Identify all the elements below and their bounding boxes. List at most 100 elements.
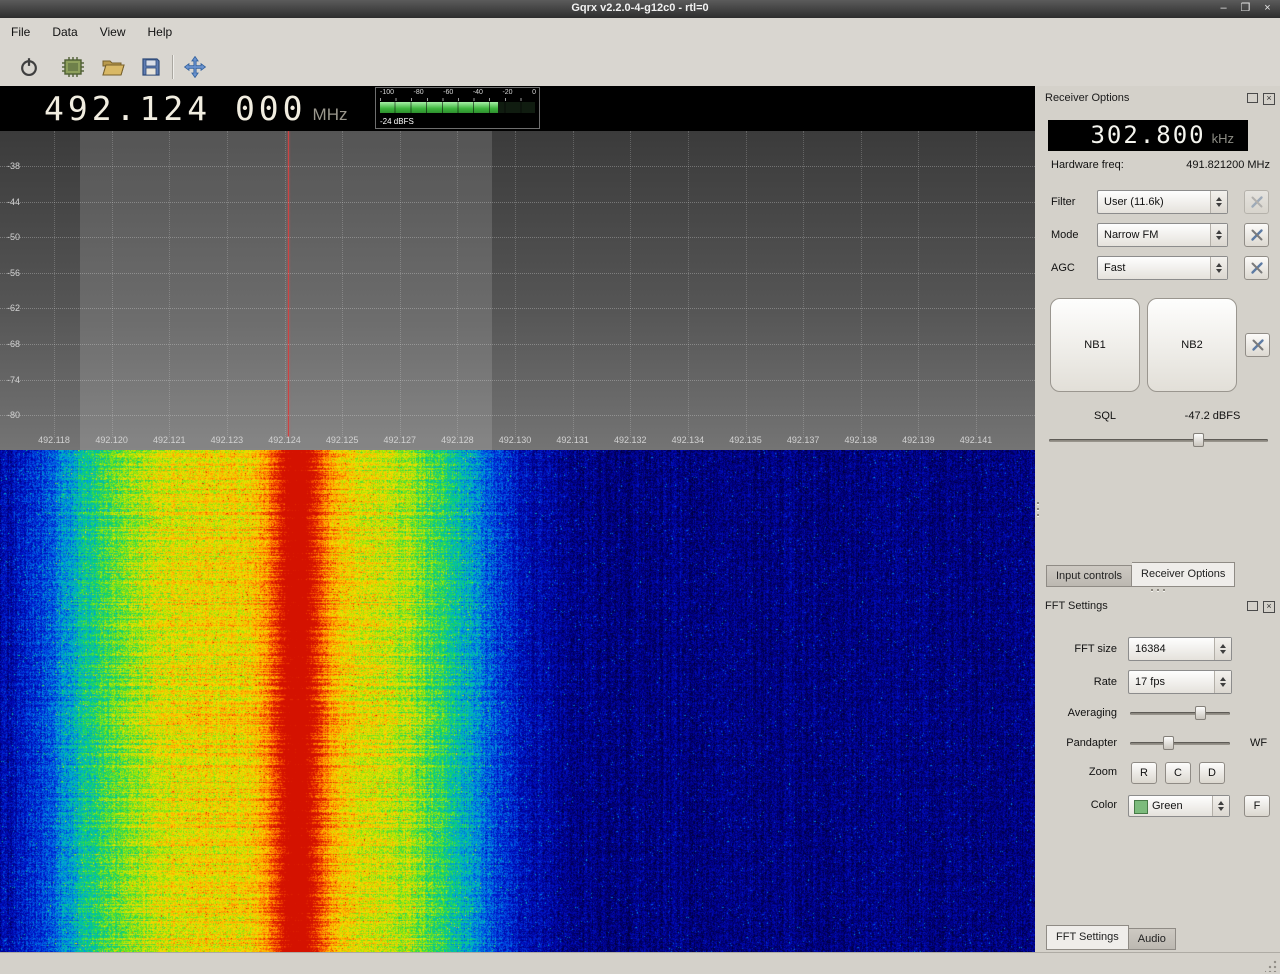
grid-line-vertical (54, 131, 55, 437)
tab-input-controls[interactable]: Input controls (1046, 565, 1132, 587)
freq-axis-label: 492.134 (660, 435, 716, 445)
meter-scale-label: -40 (473, 89, 483, 96)
float-panel-icon[interactable] (1247, 601, 1258, 611)
frequency-value[interactable]: 492.124 000 (44, 89, 307, 128)
minimize-button[interactable]: – (1215, 1, 1232, 16)
color-combo[interactable]: Green (1128, 795, 1230, 817)
nb-options-button[interactable] (1245, 333, 1270, 357)
splitter-handle-horizontal[interactable] (1151, 589, 1165, 591)
pandapter-slider-handle[interactable] (1163, 736, 1174, 750)
zoom-r-button[interactable]: R (1131, 762, 1157, 784)
slider-groove (1049, 439, 1268, 442)
freq-axis-label: 492.128 (429, 435, 485, 445)
zoom-d-button[interactable]: D (1199, 762, 1225, 784)
spin-arrows-icon[interactable] (1214, 638, 1231, 660)
db-axis-label: -80 (7, 410, 20, 420)
spin-arrows-icon[interactable] (1210, 257, 1227, 279)
tab-fft-settings[interactable]: FFT Settings (1046, 925, 1129, 950)
squelch-label: SQL (1075, 410, 1135, 422)
window-title: Gqrx v2.2.0-4-g12c0 - rtl=0 (0, 2, 1280, 14)
freeze-button[interactable]: F (1244, 795, 1270, 817)
nb1-button[interactable]: NB1 (1050, 298, 1140, 392)
spin-arrows-icon[interactable] (1210, 191, 1227, 213)
offset-frequency-lcd[interactable]: 302.800 kHz (1048, 120, 1248, 151)
power-icon (18, 56, 40, 78)
squelch-slider[interactable] (1049, 432, 1268, 448)
freq-axis-label: 492.132 (602, 435, 658, 445)
grid-line-vertical (285, 131, 286, 437)
menu-item-data[interactable]: Data (41, 18, 88, 39)
pandapter[interactable]: -38-44-50-56-62-68-74-80492.118492.12049… (0, 131, 1035, 450)
db-axis-label: -44 (7, 197, 20, 207)
db-axis-label: -38 (7, 161, 20, 171)
slider-groove (1130, 712, 1230, 715)
agc-combo[interactable]: Fast (1097, 256, 1228, 280)
freq-axis-label: 492.135 (718, 435, 774, 445)
menu-item-file[interactable]: File (0, 18, 41, 39)
spin-arrows-icon[interactable] (1210, 224, 1227, 246)
maximize-button[interactable]: ❐ (1237, 1, 1254, 16)
status-bar (0, 952, 1280, 974)
rate-combo[interactable]: 17 fps (1128, 670, 1232, 694)
save-button[interactable] (138, 54, 164, 80)
open-button[interactable] (100, 54, 126, 80)
grid-line-horizontal (0, 308, 1035, 309)
filter-bandwidth-band[interactable] (80, 131, 492, 450)
fft-size-combo[interactable]: 16384 (1128, 637, 1232, 661)
zoom-buttons: RCD (1131, 762, 1261, 784)
db-axis-label: -50 (7, 232, 20, 242)
hardware-freq-row: Hardware freq: 491.821200 MHz (1051, 159, 1270, 171)
squelch-slider-handle[interactable] (1193, 433, 1204, 447)
slider-groove (1130, 742, 1230, 745)
toolbar-separator (172, 55, 174, 79)
freq-axis-label: 492.137 (775, 435, 831, 445)
pandapter-slider[interactable] (1130, 735, 1230, 751)
menu-item-view[interactable]: View (89, 18, 137, 39)
filter-combo[interactable]: User (11.6k) (1097, 190, 1228, 214)
zoom-c-button[interactable]: C (1165, 762, 1191, 784)
close-panel-icon[interactable]: × (1263, 93, 1275, 105)
averaging-slider[interactable] (1130, 705, 1230, 721)
move-button[interactable] (182, 54, 208, 80)
title-bar[interactable]: Gqrx v2.2.0-4-g12c0 - rtl=0 – ❐ × (0, 0, 1280, 18)
hardware-freq-value: 491.821200 MHz (1186, 159, 1270, 171)
mode-options-button[interactable] (1244, 223, 1269, 247)
freq-axis-label: 492.138 (833, 435, 889, 445)
grid-line-horizontal (0, 380, 1035, 381)
tab-receiver-options[interactable]: Receiver Options (1132, 562, 1235, 587)
resize-grip[interactable] (1265, 960, 1277, 972)
menu-item-help[interactable]: Help (137, 18, 184, 39)
mode-combo[interactable]: Narrow FM (1097, 223, 1228, 247)
tab-audio[interactable]: Audio (1129, 928, 1176, 950)
save-icon (141, 57, 161, 77)
agc-options-button[interactable] (1244, 256, 1269, 280)
meter-scale-label: -20 (502, 89, 512, 96)
offset-frequency-value[interactable]: 302.800 (1090, 120, 1205, 150)
grid-line-horizontal (0, 344, 1035, 345)
close-panel-icon[interactable]: × (1263, 601, 1275, 613)
averaging-slider-handle[interactable] (1195, 706, 1206, 720)
frequency-display[interactable]: 492.124 000MHz (44, 89, 348, 128)
power-button[interactable] (16, 54, 42, 80)
db-axis-label: -68 (7, 339, 20, 349)
splitter-handle-vertical[interactable] (1037, 502, 1039, 516)
grid-line-vertical (803, 131, 804, 437)
frequency-strip: 492.124 000MHz -100-80-60-40-200 -24 dBF… (0, 86, 1035, 131)
rate-value: 17 fps (1135, 676, 1165, 688)
squelch-value: -47.2 dBFS (1155, 410, 1270, 422)
waterfall-display[interactable] (0, 450, 1035, 952)
configure-icon (1250, 195, 1264, 209)
float-panel-icon[interactable] (1247, 93, 1258, 103)
spin-arrows-icon[interactable] (1212, 796, 1229, 816)
grid-line-horizontal (0, 202, 1035, 203)
close-button[interactable]: × (1259, 1, 1276, 16)
meter-bar-ticks (380, 102, 535, 113)
tuning-line[interactable] (288, 131, 289, 437)
freq-axis-label: 492.123 (199, 435, 255, 445)
dsp-options-button[interactable] (60, 54, 86, 80)
mode-combo-value: Narrow FM (1104, 229, 1158, 241)
grid-line-vertical (342, 131, 343, 437)
configure-icon (1250, 261, 1264, 275)
spin-arrows-icon[interactable] (1214, 671, 1231, 693)
nb2-button[interactable]: NB2 (1147, 298, 1237, 392)
